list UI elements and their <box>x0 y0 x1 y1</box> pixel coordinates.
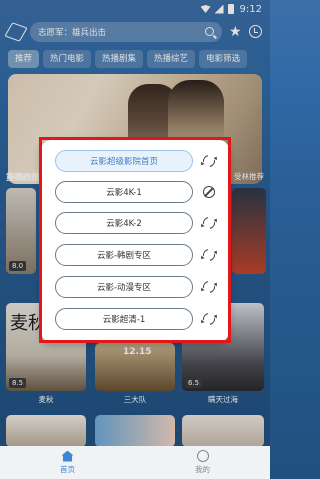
refresh-icon[interactable] <box>200 152 218 170</box>
source-option[interactable]: 云影超级影院首页 <box>55 150 193 172</box>
source-option[interactable]: 云影-韩剧专区 <box>55 244 193 266</box>
user-icon <box>196 450 209 462</box>
source-select-dialog: 云影超级影院首页 云影4K-1 云影4K-2 云影-韩剧专区 云影-动漫专区 云… <box>41 140 229 342</box>
bottom-nav: 首页 我的 <box>0 446 270 479</box>
nav-mine[interactable]: 我的 <box>135 446 270 479</box>
refresh-icon[interactable] <box>200 214 218 232</box>
source-option[interactable]: 云影-动漫专区 <box>55 276 193 298</box>
nav-home-label: 首页 <box>60 464 75 474</box>
ban-icon[interactable] <box>203 186 215 198</box>
refresh-icon[interactable] <box>200 310 218 328</box>
source-option[interactable]: 云影4K-1 <box>55 181 193 203</box>
source-option[interactable]: 云影4K-2 <box>55 212 193 234</box>
refresh-icon[interactable] <box>200 278 218 296</box>
nav-mine-label: 我的 <box>195 465 210 474</box>
source-option[interactable]: 云影超清-1 <box>55 308 193 330</box>
refresh-icon[interactable] <box>200 246 218 264</box>
home-icon <box>61 450 74 462</box>
nav-home[interactable]: 首页 <box>0 446 135 479</box>
